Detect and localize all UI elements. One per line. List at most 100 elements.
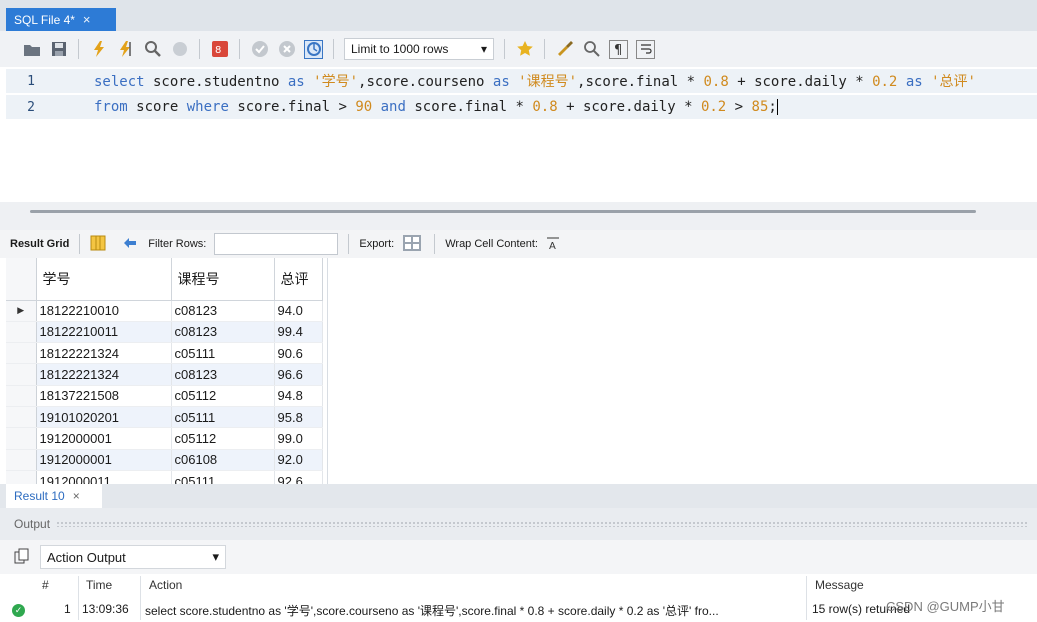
table-cell[interactable]: c08123 — [171, 300, 275, 322]
row-header[interactable] — [6, 427, 37, 450]
column-header-time[interactable]: Time — [86, 578, 112, 596]
find-icon[interactable] — [582, 40, 601, 59]
row-header[interactable] — [6, 342, 37, 365]
table-row[interactable]: 18122221324 c05111 90.6 — [6, 342, 323, 365]
beautify-broom-icon[interactable] — [555, 40, 574, 59]
table-cell[interactable]: c05112 — [171, 385, 275, 407]
action-output-table[interactable]: # Time Action Message ✓ 1 13:09:36 selec… — [0, 574, 1037, 622]
code-text: ,score.courseno — [358, 74, 493, 90]
table-row[interactable]: 18122210011 c08123 99.4 — [6, 321, 323, 344]
add-snippet-star-icon[interactable] — [515, 40, 534, 59]
drag-handle-dots[interactable] — [56, 521, 1029, 527]
table-cell[interactable]: 99.0 — [274, 427, 323, 450]
table-cell[interactable]: 18122221324 — [36, 363, 172, 386]
tab-sql-file[interactable]: SQL File 4* × — [6, 8, 116, 31]
table-cell[interactable]: c05112 — [171, 427, 275, 450]
table-row[interactable]: ▶ 18122210010 c08123 94.0 — [6, 300, 323, 322]
output-type-select[interactable]: Action Output ▾ — [40, 545, 226, 569]
code-text: + score.daily * — [728, 74, 873, 90]
export-label: Export: — [359, 238, 395, 250]
table-cell[interactable]: c06108 — [171, 449, 275, 471]
table-cell[interactable]: 18122210011 — [36, 321, 172, 344]
row-header[interactable] — [6, 363, 37, 386]
output-type-label: Action Output — [47, 549, 126, 565]
column-header-action[interactable]: Action — [149, 578, 182, 596]
word-wrap-icon[interactable] — [636, 39, 655, 59]
row-header[interactable] — [6, 385, 37, 407]
table-cell[interactable]: 95.8 — [274, 406, 323, 429]
limit-rows-select[interactable]: Limit to 1000 rows ▾ — [344, 38, 494, 60]
table-cell[interactable]: 18122221324 — [36, 342, 172, 365]
tab-close-icon[interactable]: × — [83, 12, 91, 27]
sql-editor[interactable]: 1 select score.studentno as '学号',score.c… — [6, 67, 1037, 202]
row-header[interactable] — [6, 449, 37, 471]
open-folder-icon[interactable] — [22, 40, 41, 59]
tab-result-10[interactable]: Result 10 × — [6, 484, 102, 508]
table-cell[interactable]: 1912000001 — [36, 449, 172, 471]
auto-commit-toggle-icon[interactable] — [304, 39, 323, 59]
chevron-down-icon: ▾ — [212, 549, 219, 564]
export-icon[interactable] — [402, 234, 424, 255]
panel-splitter[interactable] — [0, 202, 1037, 230]
copy-icon[interactable] — [14, 548, 30, 567]
table-cell[interactable]: 94.0 — [274, 300, 323, 322]
splitter-handle[interactable] — [30, 210, 976, 213]
column-header[interactable]: 总评 — [274, 258, 323, 301]
table-cell[interactable]: 92.0 — [274, 449, 323, 471]
table-cell[interactable]: 19101020201 — [36, 406, 172, 429]
table-row[interactable]: 18122221324 c08123 96.6 — [6, 363, 323, 386]
table-cell[interactable]: c05111 — [171, 470, 275, 484]
table-row[interactable]: 19101020201 c05111 95.8 — [6, 406, 323, 429]
toggle-continue-on-error-icon[interactable]: 8 — [210, 40, 229, 59]
table-cell[interactable]: 18137221508 — [36, 385, 172, 407]
row-header-corner — [6, 258, 37, 301]
table-cell[interactable]: 18122210010 — [36, 300, 172, 322]
grid-view-icon[interactable] — [90, 235, 106, 254]
svg-text:8: 8 — [215, 45, 221, 56]
table-row[interactable]: 1912000001 c06108 92.0 — [6, 449, 323, 471]
refresh-icon[interactable] — [122, 235, 140, 254]
table-row[interactable]: 18137221508 c05112 94.8 — [6, 385, 323, 407]
save-icon[interactable] — [49, 40, 68, 59]
row-header[interactable] — [6, 321, 37, 344]
code-text: ; — [768, 99, 777, 115]
result-toolbar: Result Grid Filter Rows: Export: Wrap Ce… — [0, 230, 1037, 258]
table-cell[interactable]: c08123 — [171, 321, 275, 344]
wrap-cell-icon[interactable]: A — [546, 236, 560, 253]
table-cell[interactable]: c08123 — [171, 363, 275, 386]
editor-line-2[interactable]: 2 from score where score.final > 90 and … — [6, 95, 1037, 119]
commit-icon[interactable] — [250, 40, 269, 59]
string-literal: '学号' — [304, 74, 359, 90]
table-row[interactable]: 1912000011 c05111 92.6 — [6, 470, 323, 484]
row-header[interactable] — [6, 406, 37, 429]
table-cell[interactable]: 90.6 — [274, 342, 323, 365]
table-row[interactable]: 1912000001 c05112 99.0 — [6, 427, 323, 450]
result-grid-button[interactable]: Result Grid — [10, 238, 69, 250]
invisible-chars-icon[interactable]: ¶ — [609, 39, 628, 59]
row-header[interactable] — [6, 470, 37, 484]
column-header-message[interactable]: Message — [815, 578, 864, 596]
table-cell[interactable]: 1912000001 — [36, 427, 172, 450]
table-cell[interactable]: 92.6 — [274, 470, 323, 484]
table-cell[interactable]: c05111 — [171, 406, 275, 429]
current-row-marker-icon[interactable]: ▶ — [6, 300, 37, 322]
execute-current-icon[interactable] — [116, 40, 135, 59]
toolbar-separator — [78, 39, 79, 59]
table-cell[interactable]: 94.8 — [274, 385, 323, 407]
explain-icon[interactable] — [143, 40, 162, 59]
table-cell[interactable]: c05111 — [171, 342, 275, 365]
column-header[interactable]: 学号 — [36, 258, 172, 301]
result-grid[interactable]: 学号 课程号 总评 ▶ 18122210010 c08123 94.0 18122210… — [6, 258, 328, 484]
filter-rows-input[interactable] — [214, 233, 339, 255]
table-cell[interactable]: 99.4 — [274, 321, 323, 344]
stop-icon[interactable] — [170, 40, 189, 59]
editor-line-1[interactable]: 1 select score.studentno as '学号',score.c… — [6, 69, 1037, 93]
column-header-num[interactable]: # — [42, 578, 49, 596]
rollback-icon[interactable] — [277, 40, 296, 59]
execute-icon[interactable] — [89, 40, 108, 59]
table-cell[interactable]: 96.6 — [274, 363, 323, 386]
table-cell[interactable]: 1912000011 — [36, 470, 172, 484]
toolbar-separator — [79, 234, 81, 254]
column-header[interactable]: 课程号 — [171, 258, 275, 301]
close-icon[interactable]: × — [73, 489, 80, 503]
